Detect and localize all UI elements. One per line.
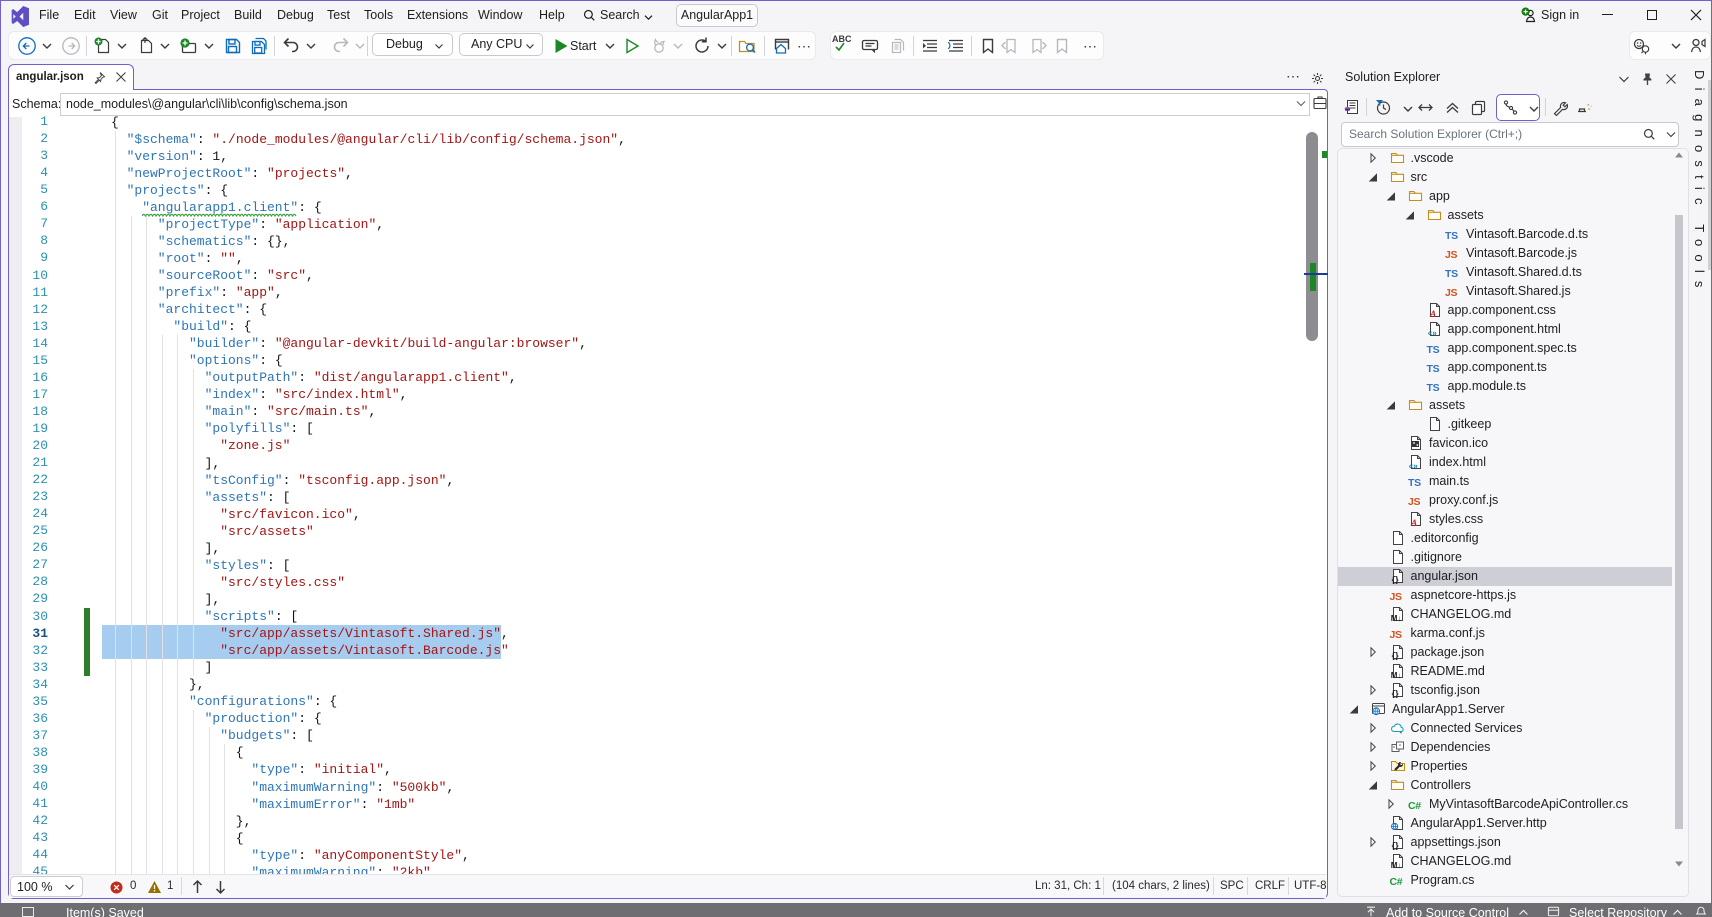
svg-text:A: A [1429, 310, 1436, 318]
svg-text:{}: {} [1391, 689, 1399, 698]
svg-text:«»: «» [1409, 461, 1418, 470]
svg-text:M↓: M↓ [1390, 861, 1401, 869]
svg-text:M↓: M↓ [1390, 671, 1401, 679]
svg-text:{}: {} [1391, 575, 1399, 584]
svg-text:M↓: M↓ [1390, 614, 1401, 622]
svg-text:A: A [1410, 519, 1417, 527]
svg-text:«»: «» [1427, 328, 1436, 337]
svg-text:{}: {} [1391, 651, 1399, 660]
svg-text:{}: {} [1391, 841, 1399, 850]
